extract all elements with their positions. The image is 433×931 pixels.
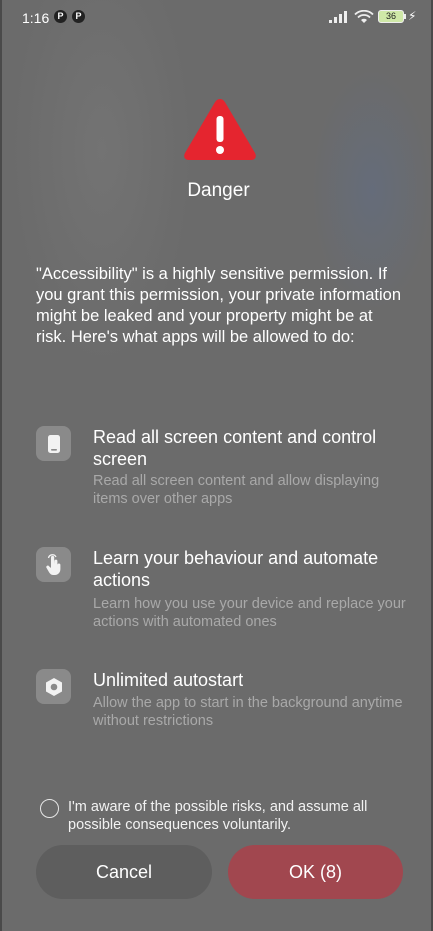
permission-description: Allow the app to start in the background… (93, 695, 403, 729)
charging-icon: ⚡ (408, 9, 417, 23)
signal-icon (329, 11, 349, 23)
wifi-icon (354, 10, 374, 23)
status-bar: 1:16 P P 36 ⚡ (2, 0, 433, 34)
warning-triangle-icon (184, 99, 256, 160)
permission-description: Learn how you use your device and replac… (93, 596, 406, 630)
battery-icon: 36 (378, 10, 404, 23)
notification-app-icon: P (54, 10, 67, 23)
permission-description: Read all screen content and allow displa… (93, 473, 380, 507)
permission-title: Read all screen content and control scre… (93, 427, 377, 469)
cancel-button[interactable]: Cancel (36, 845, 212, 899)
acknowledge-label: I'm aware of the possible risks, and ass… (68, 799, 368, 833)
status-time: 1:16 (22, 10, 50, 26)
acknowledge-radio[interactable] (40, 799, 59, 818)
autostart-hexagon-icon (36, 669, 71, 704)
phone-screen-icon (36, 426, 71, 461)
dialog-description: "Accessibility" is a highly sensitive pe… (36, 265, 401, 346)
notification-app-icon: P (72, 10, 85, 23)
permission-item: Read all screen content and control scre… (36, 426, 411, 516)
screen: 1:16 P P 36 ⚡ Danger "Accessibility" is … (0, 0, 433, 931)
permission-title: Learn your behaviour and automate action… (93, 548, 379, 590)
permission-item: Unlimited autostart Allow the app to sta… (36, 669, 411, 739)
touch-hand-icon (36, 547, 71, 582)
ok-button[interactable]: OK (8) (228, 845, 403, 899)
permission-item: Learn your behaviour and automate action… (36, 547, 411, 637)
dialog-title: Danger (187, 180, 250, 201)
permission-title: Unlimited autostart (93, 670, 244, 690)
battery-tip (404, 14, 406, 19)
